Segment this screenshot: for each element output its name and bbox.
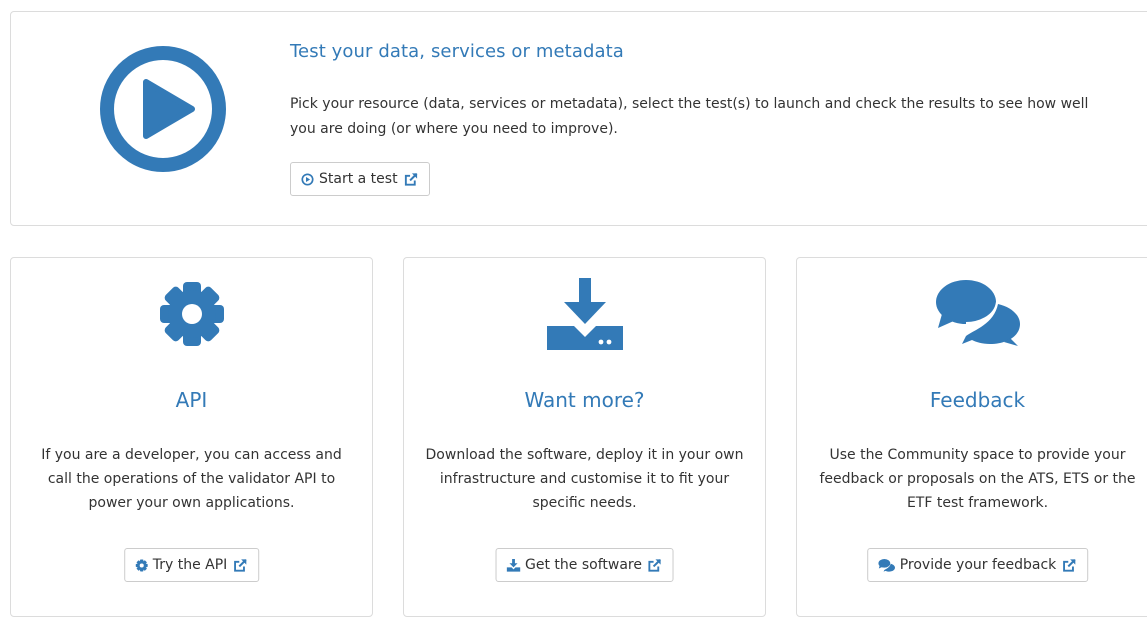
- download-icon: [546, 278, 623, 350]
- download-small-icon: [506, 558, 520, 572]
- card-title-feedback: Feedback: [929, 388, 1026, 412]
- external-link-icon: [234, 558, 247, 572]
- provide-feedback-label: Provide your feedback: [899, 557, 1057, 573]
- card-description-want-more: Download the software, deploy it in your…: [425, 447, 744, 511]
- comments-icon: [935, 280, 1020, 346]
- get-software-button[interactable]: Get the software: [495, 548, 674, 582]
- external-link-icon: [1063, 558, 1076, 572]
- start-test-label: Start a test: [319, 171, 398, 187]
- play-circle-icon: [100, 46, 226, 172]
- provide-feedback-button[interactable]: Provide your feedback: [866, 548, 1089, 582]
- card-description-api: If you are a developer, you can access a…: [41, 447, 342, 511]
- card-title-api: API: [175, 388, 208, 412]
- card-api: API If you are a developer, you can acce…: [10, 257, 373, 617]
- hero-description: Pick your resource (data, services or me…: [290, 96, 1089, 137]
- external-link-icon: [404, 172, 417, 186]
- card-description-feedback: Use the Community space to provide your …: [819, 447, 1136, 511]
- get-software-label: Get the software: [525, 557, 642, 573]
- start-test-button[interactable]: Start a test: [290, 162, 430, 196]
- hero-panel: Test your data, services or metadata Pic…: [10, 11, 1147, 226]
- try-api-button[interactable]: Try the API: [123, 548, 260, 582]
- try-api-label: Try the API: [152, 557, 228, 573]
- card-title-want-more: Want more?: [524, 388, 645, 412]
- hero-title: Test your data, services or metadata: [290, 41, 624, 62]
- play-circle-small-icon: [301, 172, 314, 186]
- card-want-more: Want more? Download the software, deploy…: [403, 257, 766, 617]
- comments-small-icon: [877, 558, 895, 572]
- external-link-icon: [648, 558, 662, 572]
- gear-icon: [159, 282, 224, 346]
- gear-small-icon: [135, 559, 148, 571]
- card-feedback: Feedback Use the Community space to prov…: [796, 257, 1147, 617]
